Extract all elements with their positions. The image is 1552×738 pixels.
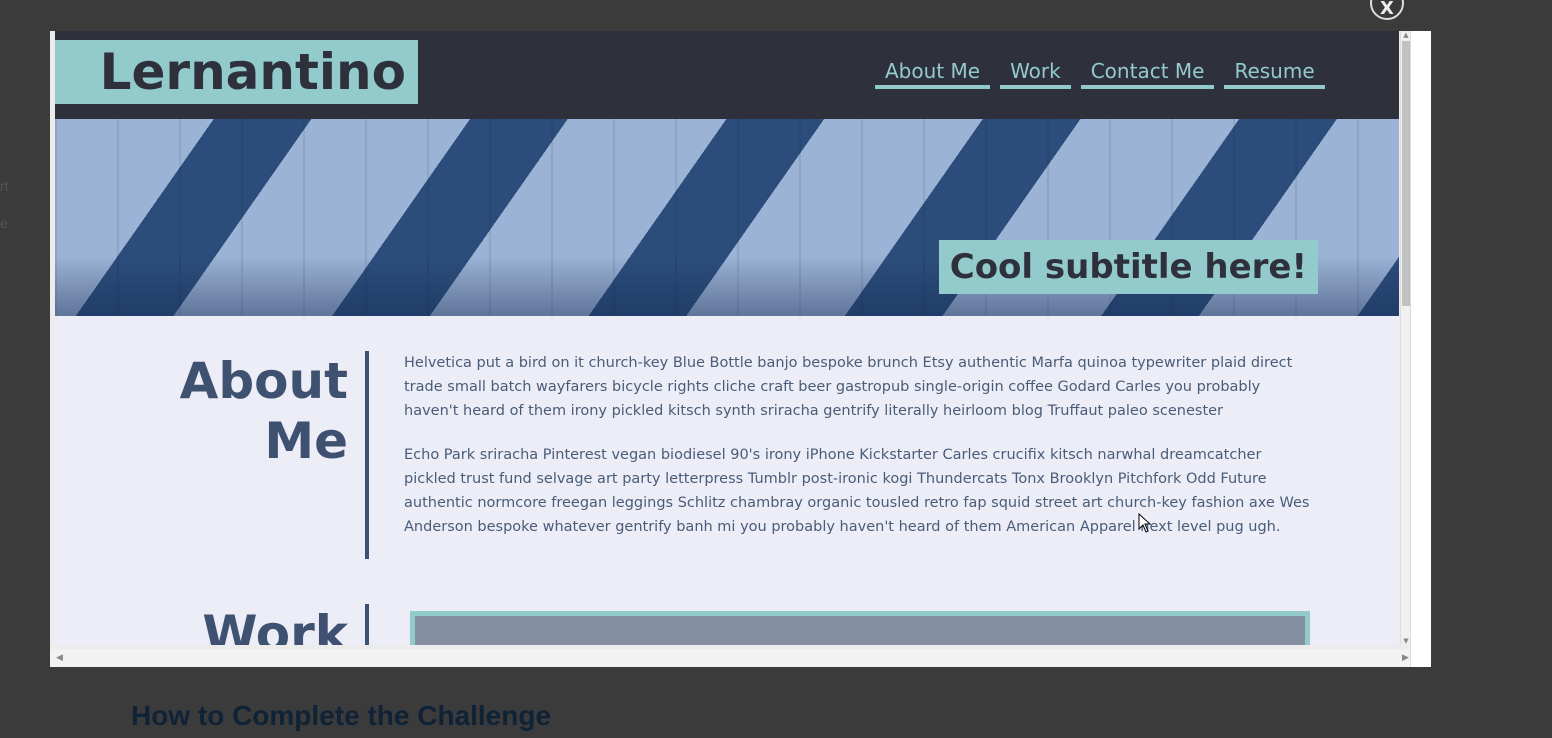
about-paragraph: Echo Park sriracha Pinterest vegan biodi… [404, 447, 1310, 535]
site-logo[interactable]: Lernantino [55, 40, 418, 104]
nav-link-resume[interactable]: Resume [1224, 59, 1325, 89]
scroll-down-icon[interactable]: ▼ [1402, 637, 1410, 645]
about-text: Helvetica put a bird on it church-key Bl… [404, 351, 1314, 559]
nav-link-work[interactable]: Work [1000, 59, 1071, 89]
scroll-left-icon[interactable]: ◀ [56, 653, 63, 663]
work-project-card[interactable] [410, 611, 1310, 645]
work-title: Work [202, 605, 348, 645]
site-header: Lernantino About Me Work Contact Me Resu… [55, 31, 1399, 119]
hero-subtitle: Cool subtitle here! [938, 240, 1318, 294]
background-heading: How to Complete the Challenge [131, 700, 552, 731]
about-title: About Me [179, 352, 348, 470]
preview-frame: Lernantino About Me Work Contact Me Resu… [50, 31, 1431, 667]
about-paragraph: Helvetica put a bird on it church-key Bl… [404, 355, 1293, 419]
nav-link-contact-me[interactable]: Contact Me [1080, 59, 1215, 89]
work-divider [365, 604, 369, 645]
horizontal-scrollbar[interactable]: ◀ ▶ [50, 649, 1410, 667]
scrollbar-thumb[interactable] [1402, 41, 1410, 306]
site-nav: About Me Work Contact Me Resume [875, 59, 1325, 89]
scroll-right-icon[interactable]: ▶ [1402, 653, 1409, 663]
hero-banner: Cool subtitle here! [55, 119, 1399, 316]
background-text-fragment: e [0, 215, 8, 231]
about-section: About Me Helvetica put a bird on it chur… [55, 316, 1399, 645]
site-viewport[interactable]: Lernantino About Me Work Contact Me Resu… [55, 31, 1399, 645]
mouse-cursor-icon [1138, 513, 1152, 533]
about-divider [365, 351, 369, 559]
scroll-up-icon[interactable]: ▲ [1402, 31, 1410, 39]
frame-gutter [1410, 31, 1431, 667]
nav-link-about-me[interactable]: About Me [875, 59, 991, 89]
background-text-fragment: rt [0, 178, 9, 194]
